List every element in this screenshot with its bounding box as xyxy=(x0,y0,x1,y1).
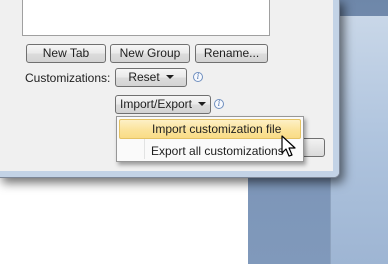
info-icon[interactable]: i xyxy=(214,99,224,109)
menu-item-import-customization-file[interactable]: Import customization file xyxy=(119,119,301,139)
import-export-dropdown-button[interactable]: Import/Export xyxy=(115,95,211,114)
new-group-button[interactable]: New Group xyxy=(110,44,190,63)
ribbon-tabs-listbox[interactable] xyxy=(22,0,270,36)
rename-label: Rename... xyxy=(203,46,260,60)
new-tab-label: New Tab xyxy=(42,46,90,60)
reset-dropdown-button[interactable]: Reset xyxy=(115,68,187,87)
chevron-down-icon xyxy=(198,102,207,106)
chevron-down-icon xyxy=(165,75,174,79)
reset-label: Reset xyxy=(128,70,160,84)
import-export-label: Import/Export xyxy=(119,97,193,111)
customizations-label: Customizations: xyxy=(25,71,111,85)
menu-item-export-all-customizations[interactable]: Export all customizations xyxy=(119,142,301,162)
new-tab-button[interactable]: New Tab xyxy=(26,44,106,63)
info-icon[interactable]: i xyxy=(193,72,203,82)
rename-button[interactable]: Rename... xyxy=(195,44,268,63)
mouse-pointer-icon xyxy=(281,135,296,157)
import-export-menu: Import customization file Export all cus… xyxy=(116,116,304,162)
new-group-label: New Group xyxy=(119,46,181,60)
